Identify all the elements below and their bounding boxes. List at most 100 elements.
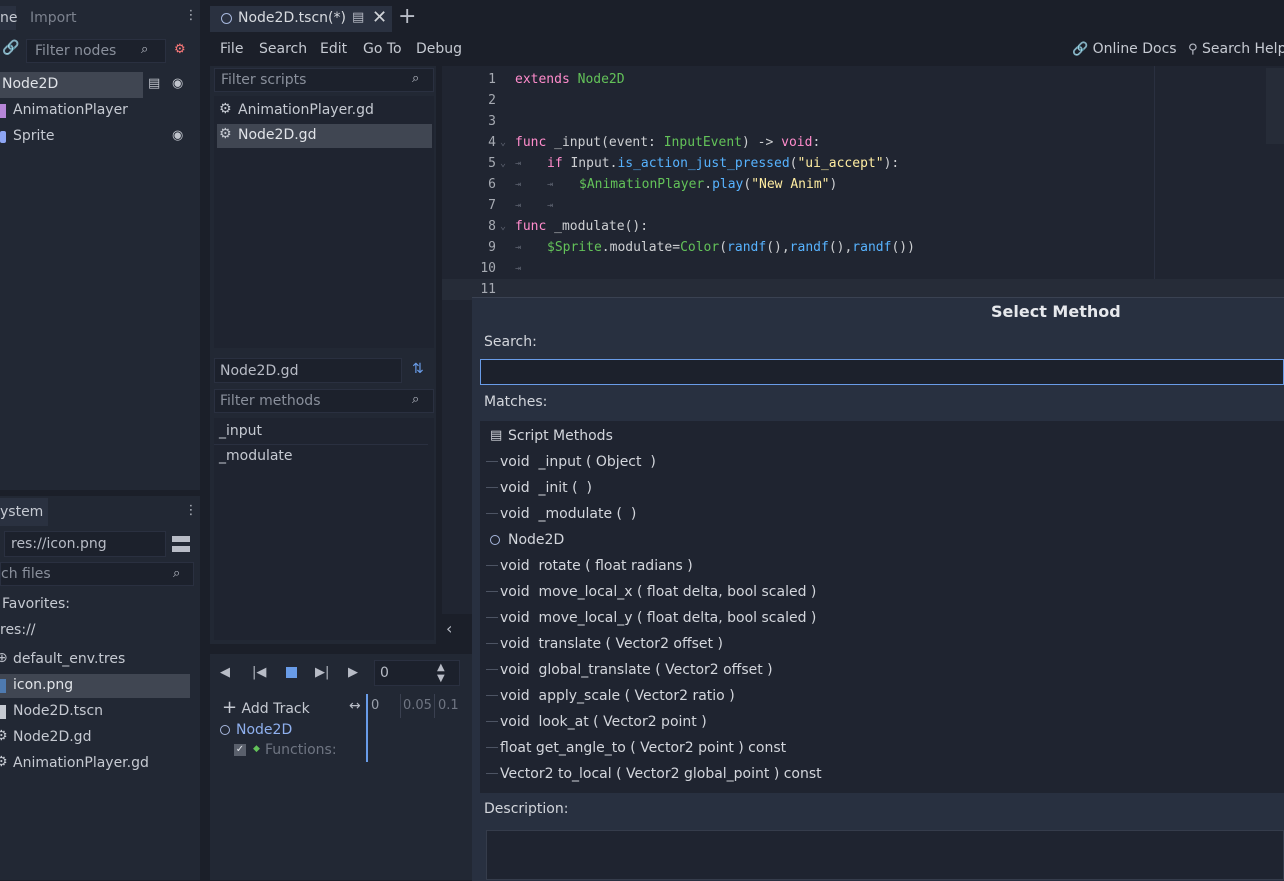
token: .modulate= xyxy=(601,240,681,255)
method-row[interactable]: void move_local_x ( float delta, bool sc… xyxy=(480,579,1284,605)
menu-file[interactable]: File xyxy=(220,41,243,57)
method-row[interactable]: void look_at ( Vector2 point ) xyxy=(480,709,1284,735)
method-row[interactable]: void translate ( Vector2 offset ) xyxy=(480,631,1284,657)
line-number: 10 xyxy=(480,261,496,276)
current-script-field: Node2D.gd xyxy=(214,358,402,383)
play-backwards-icon[interactable]: ◀ xyxy=(220,665,230,680)
script-label: Node2D.gd xyxy=(238,127,317,143)
resize-horizontal-icon[interactable]: ↔ xyxy=(349,698,361,714)
filesystem-tab[interactable]: ystem xyxy=(0,498,48,526)
tree-connector xyxy=(486,487,498,488)
search-files-input[interactable]: ch files xyxy=(0,562,194,586)
token: . xyxy=(704,177,713,192)
code-text: $AnimationPlayer.play("New Anim") xyxy=(579,174,837,195)
checkbox-checked-icon[interactable]: ✓ xyxy=(234,744,246,756)
method-row[interactable]: void global_translate ( Vector2 offset ) xyxy=(480,657,1284,683)
file-row[interactable]: Node2D.tscn xyxy=(0,700,190,724)
script-item[interactable]: ⚙ AnimationPlayer.gd xyxy=(217,99,432,122)
node-row-sprite[interactable]: Sprite xyxy=(0,125,190,149)
token: Color xyxy=(680,240,720,255)
code-text: if Input.is_action_just_pressed("ui_acce… xyxy=(547,153,899,174)
editor-tab-node2d-tscn[interactable]: Node2D.tscn(*) ▤ ✕ xyxy=(210,6,392,32)
track-node-label: Node2D xyxy=(236,722,293,738)
link-icon: 🔗 xyxy=(1072,42,1089,57)
link-icon[interactable]: 🔗 xyxy=(2,40,19,56)
token: ( xyxy=(719,240,728,255)
add-track-button[interactable]: + Add Track xyxy=(222,697,310,718)
stop-icon[interactable] xyxy=(286,667,297,678)
collapse-arrow-icon[interactable]: ‹ xyxy=(446,619,452,638)
method-item[interactable]: _input xyxy=(214,420,428,445)
scene-tab[interactable]: ne xyxy=(0,6,18,30)
add-tab-icon[interactable]: + xyxy=(398,4,416,29)
menu-edit[interactable]: Edit xyxy=(320,41,347,57)
method-row[interactable]: float get_angle_to ( Vector2 point ) con… xyxy=(480,735,1284,761)
sprite-icon xyxy=(0,131,6,143)
filter-scripts-input[interactable]: Filter scripts xyxy=(214,68,434,92)
code-line: 6 ⇥ ⇥ $AnimationPlayer.play("New Anim") xyxy=(442,174,1284,195)
file-label: Node2D.tscn xyxy=(13,703,104,719)
method-row[interactable]: void _input ( Object ) xyxy=(480,449,1284,475)
code-line: 7 ⇥ ⇥ xyxy=(442,195,1284,216)
file-row[interactable]: ⚙ AnimationPlayer.gd xyxy=(0,752,190,776)
method-row[interactable]: void move_local_y ( float delta, bool sc… xyxy=(480,605,1284,631)
line-number: 5 xyxy=(488,156,496,171)
token: play xyxy=(712,177,744,192)
script-filter-icon[interactable]: ⚙ xyxy=(174,42,186,57)
method-row[interactable]: void _modulate ( ) xyxy=(480,501,1284,527)
menu-goto[interactable]: Go To xyxy=(363,41,402,57)
method-row[interactable]: void _init ( ) xyxy=(480,475,1284,501)
favorites-row[interactable]: Favorites: xyxy=(0,596,70,612)
online-docs-link[interactable]: 🔗 Online Docs xyxy=(1072,41,1177,57)
track-functions-row[interactable]: ✓ ◆ Functions: xyxy=(232,742,366,762)
method-row[interactable]: Vector2 to_local ( Vector2 global_point … xyxy=(480,761,1284,787)
group-script-methods[interactable]: ▤ Script Methods xyxy=(480,423,1284,449)
fold-arrow-icon[interactable]: ⌄ xyxy=(500,153,506,174)
tab-indicator-icon: ⇥ xyxy=(515,158,522,169)
close-tab-icon[interactable]: ✕ xyxy=(372,7,387,28)
method-item[interactable]: _modulate xyxy=(214,445,428,469)
import-tab[interactable]: Import xyxy=(20,6,86,30)
script-attached-icon[interactable]: ▤ xyxy=(148,76,160,91)
path-input[interactable]: res://icon.png xyxy=(4,531,166,557)
line-number: 6 xyxy=(488,177,496,192)
node-row-animationplayer[interactable]: AnimationPlayer xyxy=(0,99,190,123)
play-backwards-from-end-icon[interactable]: |◀ xyxy=(252,665,266,680)
file-row-selected[interactable]: icon.png xyxy=(0,674,190,698)
play-from-start-icon[interactable]: ▶| xyxy=(315,665,329,680)
sort-icon[interactable]: ⇅ xyxy=(412,361,424,377)
track-node-row[interactable]: Node2D xyxy=(216,720,366,742)
spinner-icon[interactable]: ▲ ▼ xyxy=(437,662,445,684)
code-line: 8 ⌄ func _modulate(): xyxy=(442,216,1284,237)
node-row-node2d[interactable]: Node2D xyxy=(0,72,143,98)
search-help-link[interactable]: ⚲ Search Help xyxy=(1188,41,1284,57)
fold-arrow-icon[interactable]: ⌄ xyxy=(500,216,506,237)
method-row[interactable]: void rotate ( float radians ) xyxy=(480,553,1284,579)
menu-dots-icon[interactable]: ⋮ xyxy=(184,503,198,518)
menu-dots-icon[interactable]: ⋮ xyxy=(184,8,198,23)
method-row[interactable]: void apply_scale ( Vector2 ratio ) xyxy=(480,683,1284,709)
play-icon[interactable]: ▶ xyxy=(348,665,358,680)
tree-connector xyxy=(486,513,498,514)
visibility-eye-icon[interactable]: ◉ xyxy=(172,128,183,143)
script-item-selected[interactable]: ⚙ Node2D.gd xyxy=(217,124,432,148)
token: ) xyxy=(829,177,838,192)
menu-search[interactable]: Search xyxy=(259,41,307,57)
split-mode-icon[interactable] xyxy=(172,536,190,552)
group-node2d[interactable]: Node2D xyxy=(480,527,1284,553)
filter-methods-input[interactable]: Filter methods xyxy=(214,389,434,413)
script-icon: ▤ xyxy=(490,428,503,443)
filter-scripts-placeholder: Filter scripts xyxy=(221,72,307,88)
frame-spinbox[interactable]: 0 ▲ ▼ xyxy=(374,660,460,686)
visibility-eye-icon[interactable]: ◉ xyxy=(172,76,183,91)
menu-debug[interactable]: Debug xyxy=(416,41,462,57)
file-row[interactable]: ⚙ Node2D.gd xyxy=(0,726,190,750)
fold-arrow-icon[interactable]: ⌄ xyxy=(500,132,506,153)
add-track-label: Add Track xyxy=(241,701,310,717)
res-root-row[interactable]: res:// xyxy=(0,622,36,638)
timeline-tick: 0.05 xyxy=(403,698,432,713)
code-line: 9 ⇥ $Sprite.modulate=Color(randf(),randf… xyxy=(442,237,1284,258)
file-row[interactable]: ⊕ default_env.tres xyxy=(0,648,190,672)
method-search-input[interactable] xyxy=(480,359,1284,385)
token: randf xyxy=(727,240,767,255)
